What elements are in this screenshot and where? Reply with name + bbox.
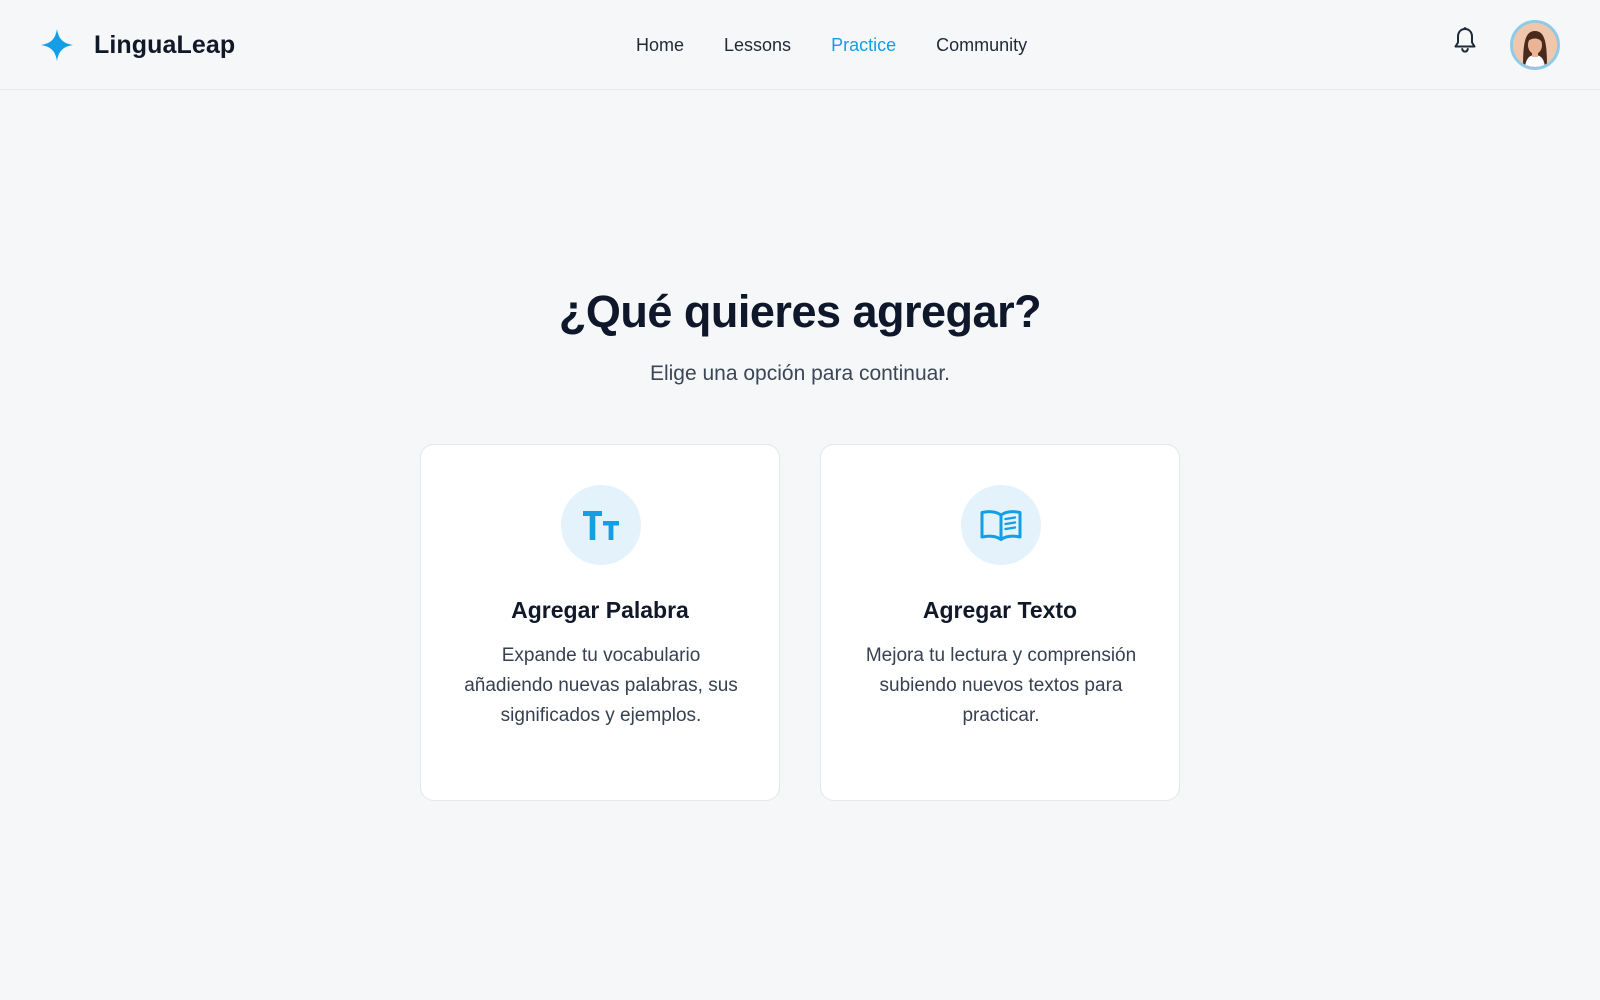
card-title: Agregar Palabra [511, 597, 689, 623]
brand-logo-link[interactable]: LinguaLeap [40, 26, 235, 64]
brand-name: LinguaLeap [94, 30, 236, 59]
add-text-card[interactable]: Agregar Texto Mejora tu lectura y compre… [820, 444, 1180, 801]
card-title: Agregar Texto [922, 597, 1078, 623]
nav-link-practice[interactable]: Practice [831, 35, 896, 56]
page-subtitle: Elige una opción para continuar. [649, 362, 951, 385]
main-nav: Home Lessons Practice Community [636, 34, 1027, 56]
top-navigation-bar: LinguaLeap Home Lessons Practice Communi… [0, 0, 1600, 90]
card-icon-circle [961, 485, 1041, 565]
bell-icon[interactable] [1452, 26, 1478, 54]
card-icon-circle [561, 485, 641, 565]
page-title: ¿Qué quieres agregar? [558, 286, 1042, 337]
text-size-icon [583, 511, 619, 540]
avatar-portrait-icon [1513, 23, 1557, 67]
open-book-icon [980, 510, 1022, 541]
card-description: Expande tu vocabulario añadiendo nuevas … [464, 645, 738, 726]
card-description: Mejora tu lectura y comprensión subiendo… [865, 645, 1137, 726]
add-word-card[interactable]: Agregar Palabra Expande tu vocabulario a… [420, 444, 780, 801]
nav-link-lessons[interactable]: Lessons [724, 35, 791, 56]
sparkle-star-icon [41, 29, 73, 61]
user-avatar[interactable] [1510, 20, 1560, 70]
nav-link-community[interactable]: Community [936, 35, 1027, 56]
nav-link-home[interactable]: Home [636, 35, 684, 56]
